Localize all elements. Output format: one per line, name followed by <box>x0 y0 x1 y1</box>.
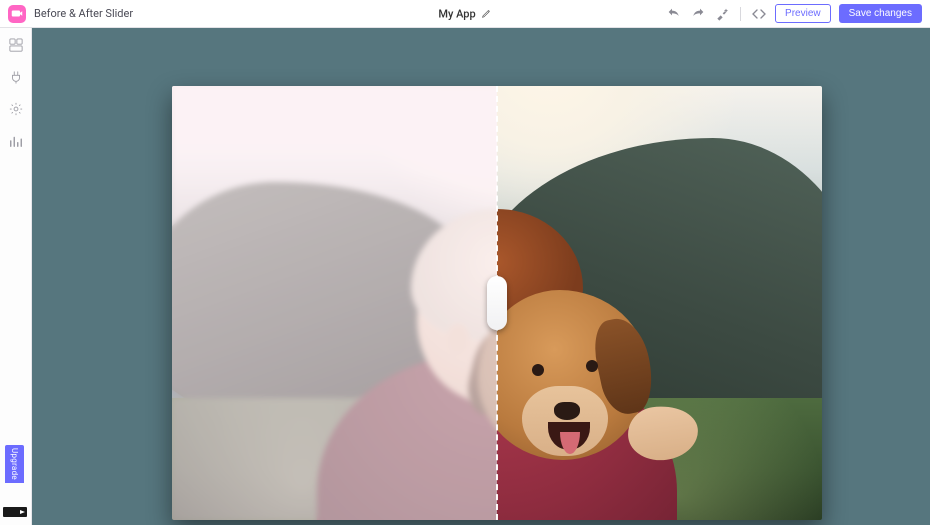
powered-by-badge[interactable] <box>3 507 27 517</box>
sidebar-item-analytics[interactable] <box>9 134 23 148</box>
undo-button[interactable] <box>666 6 682 22</box>
preview-button[interactable]: Preview <box>775 4 831 23</box>
sidebar-item-plugins[interactable] <box>9 70 23 84</box>
app-root: Before & After Slider My App Preview <box>0 0 930 525</box>
sidebar-item-settings[interactable] <box>9 102 23 116</box>
plug-icon <box>9 70 23 84</box>
divider <box>740 7 741 21</box>
grid-icon <box>9 38 23 52</box>
upgrade-button[interactable]: Upgrade <box>5 445 24 483</box>
code-button[interactable] <box>751 6 767 22</box>
sidebar-item-layout[interactable] <box>9 38 23 52</box>
save-button[interactable]: Save changes <box>839 4 922 23</box>
breadcrumb[interactable]: Before & After Slider <box>34 7 133 20</box>
brand-logo[interactable] <box>8 5 26 23</box>
topbar: Before & After Slider My App Preview <box>0 0 930 28</box>
magic-button[interactable] <box>714 6 730 22</box>
before-after-widget[interactable] <box>172 86 822 520</box>
app-title[interactable]: My App <box>438 7 475 20</box>
left-sidebar: Upgrade <box>0 28 32 525</box>
slider-handle[interactable] <box>487 276 507 330</box>
redo-button[interactable] <box>690 6 706 22</box>
gear-icon <box>9 102 23 116</box>
body: Upgrade <box>0 28 930 525</box>
edit-icon[interactable] <box>482 9 492 19</box>
editor-canvas[interactable] <box>32 28 930 525</box>
app-title-group: My App <box>438 7 491 20</box>
camera-icon <box>11 9 23 18</box>
bars-icon <box>9 134 23 148</box>
topbar-actions: Preview Save changes <box>666 4 922 23</box>
